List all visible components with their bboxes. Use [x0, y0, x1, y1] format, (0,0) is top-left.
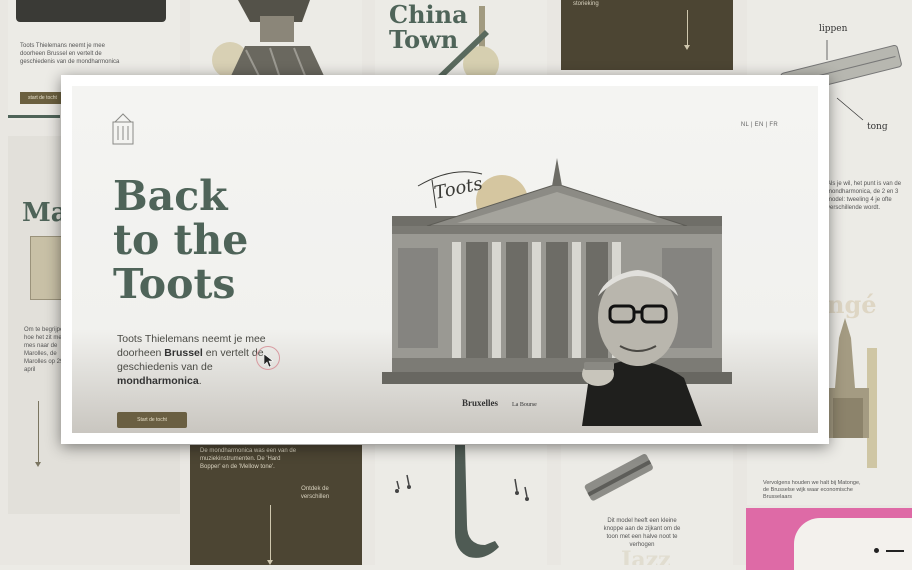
label-tongue: tong: [867, 122, 888, 132]
hero-title-line-3: Toots: [113, 260, 236, 308]
start-tour-button[interactable]: Start de tocht: [117, 412, 187, 428]
bg-tile-portrait: [190, 0, 362, 78]
progress-line: [8, 115, 60, 118]
portrait-collage: [190, 0, 362, 78]
photo-strip: [16, 0, 166, 22]
landing-page: NL | EN | FR Back to the Toots Toots Thi…: [72, 86, 818, 433]
bg-matonge-text: Vervolgens houden we halt bij Matonge, d…: [763, 480, 861, 500]
hero-title-line-1: Back: [113, 172, 228, 220]
label-la-bourse: La Bourse: [512, 402, 537, 408]
bg-anatomy-text: Als je wil, het punt is van de mondharmo…: [827, 181, 902, 211]
bg-tile-jazz: Dit model heeft een kleine knoppe aan de…: [561, 445, 733, 570]
dash-icon: [886, 550, 904, 552]
harmonica-art: [584, 453, 653, 501]
highlight-mondharmonica: mondharmonica: [117, 375, 199, 387]
phone-clipping: [794, 518, 912, 570]
bg-story-text: storieking: [573, 1, 599, 7]
bg-jazz-text: Dit model heeft een kleine knoppe aan de…: [603, 518, 681, 548]
bg-tile-hardbopper: De mondharmonica was een van de muziekin…: [190, 445, 362, 570]
bg-intro-text: Toots Thielemans neemt je mee doorheen B…: [20, 43, 120, 65]
bg-tile-story: storieking: [561, 0, 733, 70]
down-arrow-icon: [267, 505, 273, 565]
highlight-brussel: Brussel: [164, 347, 203, 359]
bg-discover-label: Ontdek de verschillen: [300, 486, 330, 500]
hero-collage: Bruxelles La Bourse: [382, 158, 732, 426]
language-switcher[interactable]: NL | EN | FR: [741, 122, 778, 128]
hero-title-line-2: to the: [113, 216, 249, 264]
chinatown-art: [435, 6, 499, 78]
down-arrow-icon: [684, 10, 690, 50]
mouse-cursor-icon: [264, 354, 274, 368]
hero-title: Back to the Toots: [113, 174, 248, 306]
label-bruxelles: Bruxelles: [462, 398, 498, 408]
bg-tile-chinatown: China Town: [375, 0, 547, 78]
dot-icon: [874, 548, 879, 553]
bg-matonge-title: ngé: [827, 290, 877, 319]
bg-tile-pink: [746, 508, 912, 570]
down-arrow-icon: [35, 401, 41, 467]
landing-preview-window: NL | EN | FR Back to the Toots Toots Thi…: [61, 75, 829, 444]
bourse-logo-icon[interactable]: [112, 112, 134, 146]
bg-hardbopper-text: De mondharmonica was een van de muziekin…: [200, 448, 297, 470]
bg-start-button: start de tocht: [20, 92, 65, 104]
bottom-strip: [0, 565, 746, 570]
bg-tile-saxophone: [375, 445, 547, 570]
saxophone-art: [395, 445, 529, 558]
